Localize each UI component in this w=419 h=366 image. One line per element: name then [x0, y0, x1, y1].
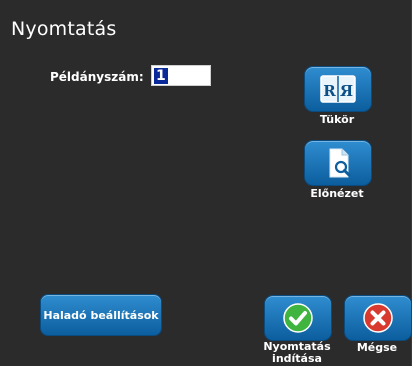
- print-dialog: Nyomtatás Példányszám: 1 R Я Tükör Előné…: [0, 0, 412, 366]
- close-icon: [363, 303, 393, 333]
- advanced-settings-button[interactable]: Haladó beállítások: [40, 294, 162, 336]
- copies-value: 1: [154, 68, 168, 84]
- mirror-label: Tükör: [319, 113, 355, 126]
- preview-button[interactable]: [304, 140, 372, 186]
- mirror-glyph-right: Я: [340, 82, 353, 100]
- dialog-title: Nyomtatás: [11, 18, 117, 40]
- preview-label: Előnézet: [310, 187, 364, 200]
- cancel-label: Mégse: [356, 341, 398, 354]
- check-icon: [283, 303, 313, 333]
- copies-label: Példányszám:: [50, 70, 144, 84]
- mirror-glyph-left: R: [323, 82, 336, 100]
- cancel-button[interactable]: [344, 295, 412, 341]
- mirror-icon: R Я: [320, 75, 356, 103]
- advanced-settings-label: Haladó beállítások: [43, 308, 159, 322]
- start-print-label: Nyomtatás indítása: [263, 340, 331, 365]
- preview-icon: [329, 148, 351, 178]
- copies-input[interactable]: 1: [151, 65, 211, 86]
- mirror-button[interactable]: R Я: [304, 66, 372, 112]
- start-print-button[interactable]: [264, 295, 332, 341]
